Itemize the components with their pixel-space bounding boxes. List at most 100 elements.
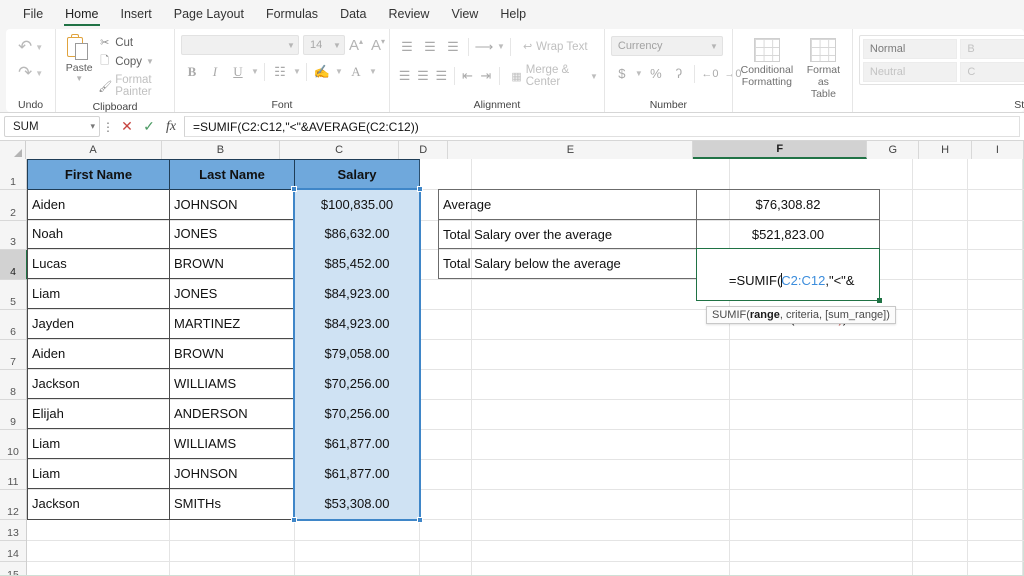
cell-B11[interactable]: JOHNSON xyxy=(169,458,295,489)
cell-F4-editing[interactable]: =SUMIF(C2:C12,"<"& AVERAGE(C2:C12)) xyxy=(696,248,882,326)
cell-style-neutral[interactable]: Neutral xyxy=(862,62,958,82)
cell-A2[interactable]: Aiden xyxy=(27,189,170,220)
font-name-input[interactable]: ▼ xyxy=(180,35,299,55)
cell-A1[interactable]: First Name xyxy=(27,159,170,190)
merge-center-button[interactable]: ▦ Merge & Center ▼ xyxy=(503,64,598,88)
cell-styles-gallery[interactable]: Normal B Neutral C xyxy=(858,35,1024,85)
cell-F2[interactable]: $76,308.82 xyxy=(696,189,880,220)
cell-C11[interactable]: $61,877.00 xyxy=(294,458,420,489)
cell-A10[interactable]: Liam xyxy=(27,428,170,459)
cell-B1[interactable]: Last Name xyxy=(169,159,295,190)
underline-button[interactable]: U xyxy=(227,61,249,82)
cell-A7[interactable]: Aiden xyxy=(27,338,170,369)
row-header-3[interactable]: 3 xyxy=(0,221,26,250)
wrap-text-button[interactable]: ↩ Wrap Text xyxy=(515,40,588,54)
row-header-2[interactable]: 2 xyxy=(0,190,26,221)
chevron-down-icon[interactable]: ▼ xyxy=(368,67,378,76)
cell-A6[interactable]: Jayden xyxy=(27,308,170,339)
tab-file[interactable]: File xyxy=(12,3,54,25)
cancel-x-icon[interactable]: ✕ xyxy=(116,118,138,135)
tab-help[interactable]: Help xyxy=(489,3,537,25)
cell-C6[interactable]: $84,923.00 xyxy=(294,308,420,339)
italic-button[interactable]: I xyxy=(204,61,226,82)
cell-E2[interactable]: Average xyxy=(438,189,697,220)
increase-font-size-button[interactable]: A▴ xyxy=(345,37,367,54)
cell-B9[interactable]: ANDERSON xyxy=(169,398,295,429)
cell-C7[interactable]: $79,058.00 xyxy=(294,338,420,369)
column-header-d[interactable]: D xyxy=(398,141,449,159)
row-header-14[interactable]: 14 xyxy=(0,541,26,562)
tab-data[interactable]: Data xyxy=(329,3,377,25)
row-header-4[interactable]: 4 xyxy=(0,250,28,280)
cell-E4[interactable]: Total Salary below the average xyxy=(438,248,697,279)
chevron-down-icon[interactable]: ▼ xyxy=(590,72,598,81)
cell-C3[interactable]: $86,632.00 xyxy=(294,219,420,249)
tab-view[interactable]: View xyxy=(440,3,489,25)
cell-C5[interactable]: $84,923.00 xyxy=(294,278,420,309)
fx-icon[interactable]: fx xyxy=(160,119,182,135)
column-header-i[interactable]: I xyxy=(971,141,1024,159)
cell-B3[interactable]: JONES xyxy=(169,219,295,249)
cell-B10[interactable]: WILLIAMS xyxy=(169,428,295,459)
row-header-1[interactable]: 1 xyxy=(0,159,26,190)
enter-check-icon[interactable]: ✓ xyxy=(138,118,160,135)
column-header-b[interactable]: B xyxy=(161,141,281,159)
cell-style-bad[interactable]: B xyxy=(960,39,1024,59)
chevron-down-icon[interactable]: ▼ xyxy=(250,67,260,76)
align-center-button[interactable]: ☰ xyxy=(414,66,431,87)
cell-C9[interactable]: $70,256.00 xyxy=(294,398,420,429)
column-header-c[interactable]: C xyxy=(280,141,399,159)
cell-A9[interactable]: Elijah xyxy=(27,398,170,429)
cell-A8[interactable]: Jackson xyxy=(27,368,170,399)
fill-handle[interactable] xyxy=(877,298,882,303)
chevron-down-icon[interactable]: ▼ xyxy=(334,67,344,76)
align-right-button[interactable]: ☰ xyxy=(433,66,450,87)
conditional-formatting-button[interactable]: Conditional Formatting xyxy=(739,36,795,90)
tab-insert[interactable]: Insert xyxy=(110,3,163,25)
cell-A4[interactable]: Lucas xyxy=(27,248,170,279)
cell-C8[interactable]: $70,256.00 xyxy=(294,368,420,399)
row-header-6[interactable]: 6 xyxy=(0,310,26,340)
cell-E3[interactable]: Total Salary over the average xyxy=(438,219,697,249)
cell-A11[interactable]: Liam xyxy=(27,458,170,489)
cell-C2[interactable]: $100,835.00 xyxy=(294,189,420,220)
row-header-8[interactable]: 8 xyxy=(0,370,26,400)
orientation-button[interactable]: ⟶ xyxy=(473,36,495,57)
cell-B8[interactable]: WILLIAMS xyxy=(169,368,295,399)
cell-style-normal[interactable]: Normal xyxy=(862,39,958,59)
decrease-font-size-button[interactable]: A▾ xyxy=(367,37,389,54)
redo-button[interactable]: ↷ ▼ xyxy=(12,60,49,86)
decrease-indent-button[interactable]: ⇤ xyxy=(459,66,476,87)
copy-button[interactable]: 🗋 Copy ▼ xyxy=(96,51,168,72)
borders-button[interactable]: ☷ xyxy=(269,61,291,82)
cell-style-calculation[interactable]: C xyxy=(960,62,1024,82)
cell-A12[interactable]: Jackson xyxy=(27,488,170,520)
align-left-button[interactable]: ☰ xyxy=(396,66,413,87)
fill-color-button[interactable]: ✍ xyxy=(311,61,333,82)
cell-B4[interactable]: BROWN xyxy=(169,248,295,279)
comma-format-button[interactable]: ʔ xyxy=(668,63,690,84)
cell-C1[interactable]: Salary xyxy=(294,159,420,190)
row-header-11[interactable]: 11 xyxy=(0,460,26,490)
cell-B7[interactable]: BROWN xyxy=(169,338,295,369)
formula-bar-more-icon[interactable]: ⋮ xyxy=(100,120,116,134)
format-painter-button[interactable]: 🖌 Format Painter xyxy=(96,73,168,99)
row-header-13[interactable]: 13 xyxy=(0,520,26,541)
format-as-table-button[interactable]: Format as Table xyxy=(801,36,846,102)
chevron-down-icon[interactable]: ▼ xyxy=(634,69,644,78)
percent-format-button[interactable]: % xyxy=(645,63,667,84)
tab-formulas[interactable]: Formulas xyxy=(255,3,329,25)
row-header-7[interactable]: 7 xyxy=(0,340,26,370)
column-header-f[interactable]: F xyxy=(693,141,868,159)
align-top-button[interactable]: ☰ xyxy=(396,36,418,57)
cell-C4[interactable]: $85,452.00 xyxy=(294,248,420,279)
cell-A5[interactable]: Liam xyxy=(27,278,170,309)
cell-F3[interactable]: $521,823.00 xyxy=(696,219,880,249)
increase-indent-button[interactable]: ⇥ xyxy=(477,66,494,87)
bold-button[interactable]: B xyxy=(181,61,203,82)
font-size-input[interactable]: 14 ▼ xyxy=(302,35,345,55)
accounting-format-button[interactable]: $ xyxy=(611,63,633,84)
row-header-10[interactable]: 10 xyxy=(0,430,26,460)
row-header-9[interactable]: 9 xyxy=(0,400,26,430)
name-box[interactable]: SUM ▾ xyxy=(4,116,100,137)
